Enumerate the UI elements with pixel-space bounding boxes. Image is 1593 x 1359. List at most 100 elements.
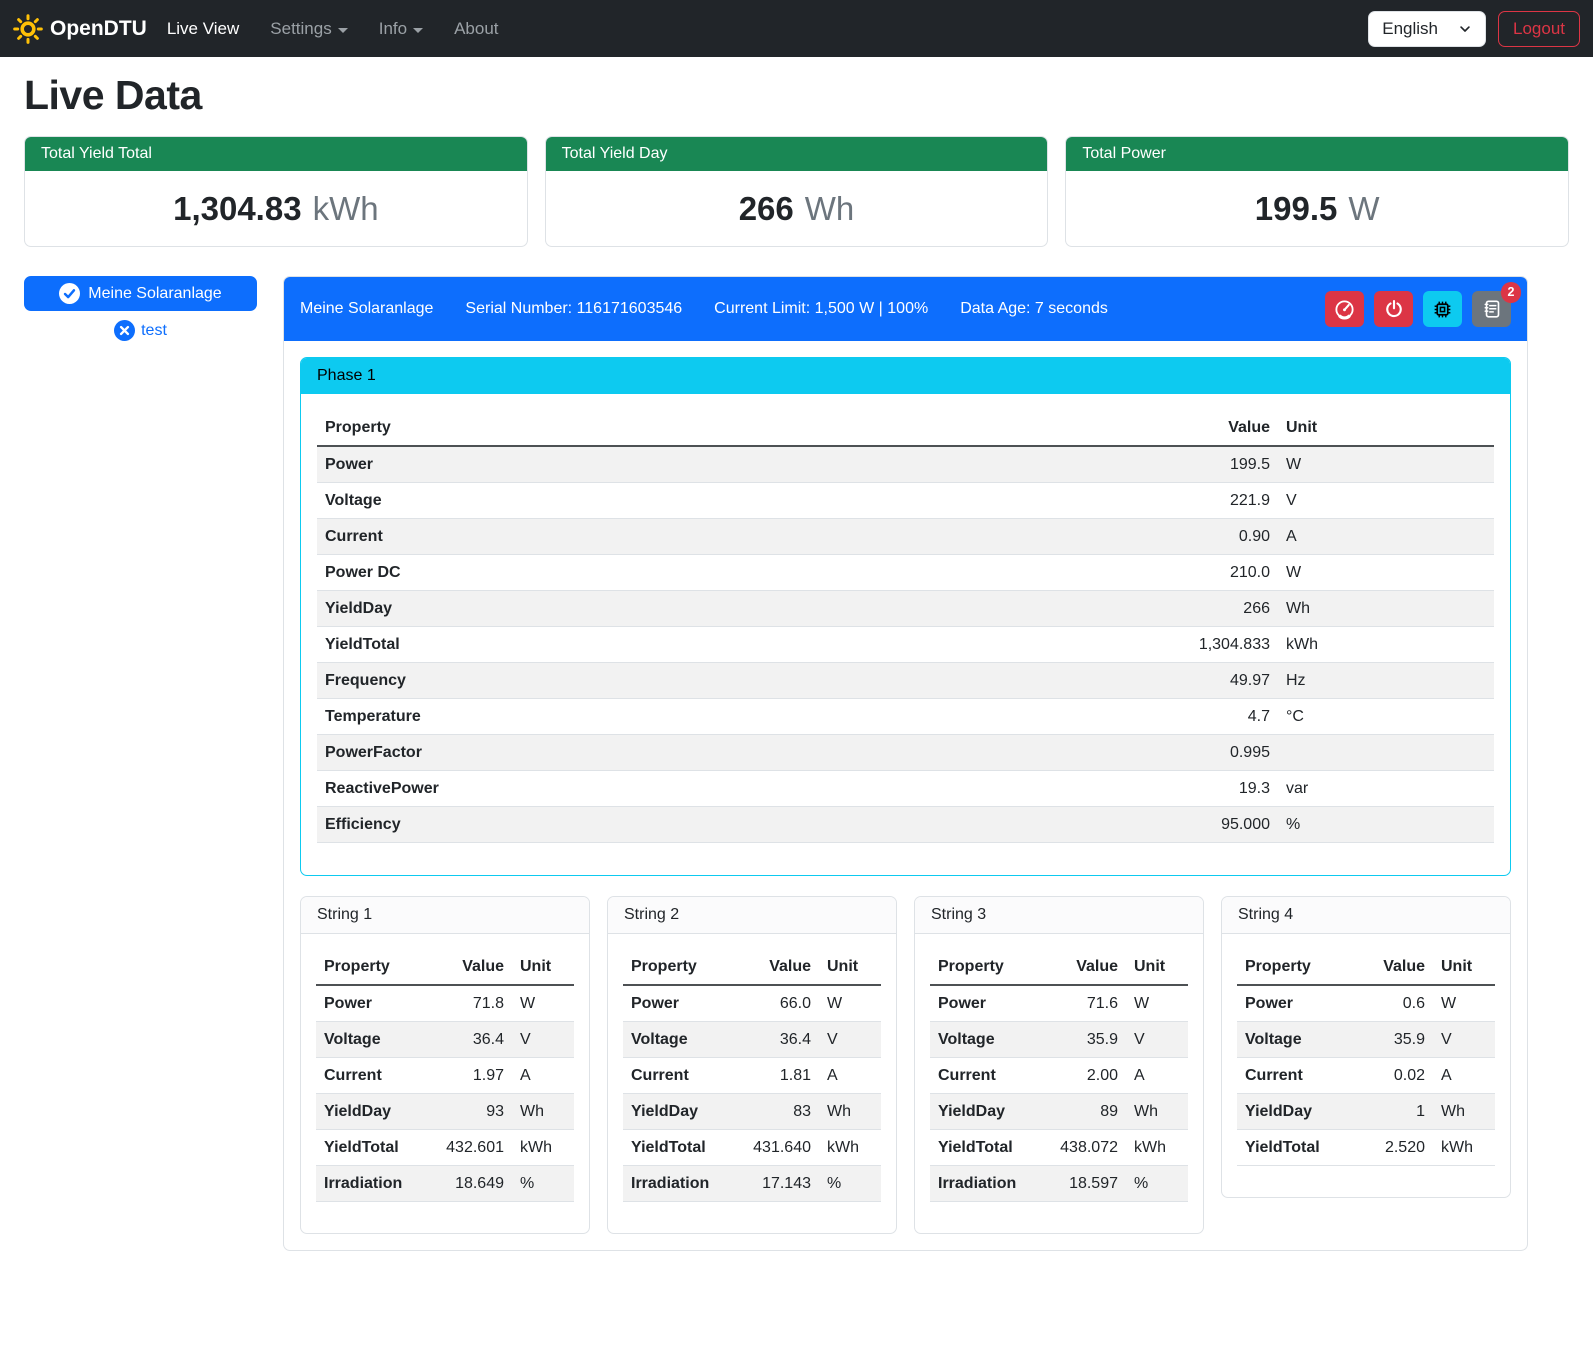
string-table-body: Power0.6WVoltage35.9VCurrent0.02AYieldDa… (1237, 985, 1495, 1166)
property-cell: Voltage (1237, 1022, 1341, 1058)
x-circle-icon (114, 320, 135, 341)
summary-card-unit: W (1348, 190, 1379, 228)
unit-cell: Wh (1433, 1094, 1495, 1130)
table-row: Current0.90A (317, 519, 1494, 555)
value-cell: 18.597 (1034, 1166, 1126, 1202)
column-header-property: Property (930, 949, 1034, 985)
column-header-unit: Unit (1433, 949, 1495, 985)
value-cell: 49.97 (1118, 663, 1278, 699)
column-header-value: Value (1341, 949, 1433, 985)
value-cell: 0.995 (1118, 735, 1278, 771)
event-log-button[interactable]: 2 (1472, 291, 1511, 327)
value-cell: 89 (1034, 1094, 1126, 1130)
phase-table-body: Power199.5WVoltage221.9VCurrent0.90APowe… (317, 446, 1494, 843)
property-cell: Power (1237, 985, 1341, 1022)
table-row: Current2.00A (930, 1058, 1188, 1094)
navbar: OpenDTU Live View Settings Info About En… (0, 0, 1593, 57)
property-cell: YieldDay (623, 1094, 727, 1130)
unit-cell: % (1126, 1166, 1188, 1202)
caret-down-icon (413, 28, 423, 33)
table-row: YieldDay93Wh (316, 1094, 574, 1130)
string-card-4: String 4 Property Value Unit (1221, 896, 1511, 1198)
property-cell: Current (317, 519, 1118, 555)
property-cell: Current (1237, 1058, 1341, 1094)
column-header-value: Value (727, 949, 819, 985)
inverter-limit: Current Limit: 1,500 W | 100% (714, 300, 928, 318)
value-cell: 2.00 (1034, 1058, 1126, 1094)
property-cell: Voltage (623, 1022, 727, 1058)
nav-item-about[interactable]: About (446, 11, 506, 47)
nav-item-settings[interactable]: Settings (262, 11, 355, 47)
property-cell: YieldTotal (930, 1130, 1034, 1166)
string-card-1: String 1 Property Value Unit (300, 896, 590, 1234)
column-header-unit: Unit (819, 949, 881, 985)
summary-card-total-power: Total Power 199.5 W (1065, 136, 1569, 247)
property-cell: Power (316, 985, 420, 1022)
nav-item-live-view[interactable]: Live View (159, 11, 247, 47)
value-cell: 95.000 (1118, 807, 1278, 843)
caret-down-icon (338, 28, 348, 33)
check-circle-icon (59, 283, 80, 304)
value-cell: 0.6 (1341, 985, 1433, 1022)
column-header-value: Value (1118, 410, 1278, 446)
value-cell: 4.7 (1118, 699, 1278, 735)
property-cell: YieldDay (317, 591, 1118, 627)
property-cell: Power (623, 985, 727, 1022)
nav-item-info[interactable]: Info (371, 11, 431, 47)
property-cell: Irradiation (623, 1166, 727, 1202)
logout-button[interactable]: Logout (1498, 11, 1580, 47)
event-count-badge: 2 (1501, 282, 1521, 303)
table-row: Voltage221.9V (317, 483, 1494, 519)
sun-logo-icon (13, 14, 43, 44)
string-card-title: String 1 (301, 897, 589, 934)
value-cell: 66.0 (727, 985, 819, 1022)
unit-cell: V (1126, 1022, 1188, 1058)
unit-cell: V (1278, 483, 1494, 519)
string-card-title: String 3 (915, 897, 1203, 934)
limit-settings-button[interactable] (1325, 291, 1364, 327)
summary-card-title: Total Yield Day (546, 137, 1048, 171)
table-row: Current1.81A (623, 1058, 881, 1094)
table-row: YieldDay83Wh (623, 1094, 881, 1130)
value-cell: 93 (420, 1094, 512, 1130)
unit-cell: V (512, 1022, 574, 1058)
unit-cell: Wh (1278, 591, 1494, 627)
device-info-button[interactable] (1423, 291, 1462, 327)
unit-cell: V (1433, 1022, 1495, 1058)
nav-item-label: Settings (270, 19, 331, 39)
string-table-body: Power66.0WVoltage36.4VCurrent1.81AYieldD… (623, 985, 881, 1202)
value-cell: 19.3 (1118, 771, 1278, 807)
nav-item-label: Info (379, 19, 407, 39)
table-row: Power DC210.0W (317, 555, 1494, 591)
unit-cell: % (819, 1166, 881, 1202)
speedometer-icon (1334, 299, 1355, 320)
value-cell: 221.9 (1118, 483, 1278, 519)
value-cell: 1,304.833 (1118, 627, 1278, 663)
unit-cell: °C (1278, 699, 1494, 735)
table-row: Power71.6W (930, 985, 1188, 1022)
property-cell: PowerFactor (317, 735, 1118, 771)
table-row: Frequency49.97Hz (317, 663, 1494, 699)
value-cell: 431.640 (727, 1130, 819, 1166)
table-row: Voltage35.9V (1237, 1022, 1495, 1058)
table-row: YieldTotal432.601kWh (316, 1130, 574, 1166)
value-cell: 1.81 (727, 1058, 819, 1094)
value-cell: 35.9 (1341, 1022, 1433, 1058)
inverter-serial: Serial Number: 116171603546 (465, 300, 682, 318)
brand[interactable]: OpenDTU (13, 14, 147, 44)
inverter-button-selected[interactable]: Meine Solaranlage (24, 276, 257, 311)
language-select[interactable]: English (1368, 11, 1486, 47)
table-row: YieldTotal438.072kWh (930, 1130, 1188, 1166)
unit-cell: kWh (819, 1130, 881, 1166)
unit-cell: Wh (819, 1094, 881, 1130)
value-cell: 2.520 (1341, 1130, 1433, 1166)
value-cell: 210.0 (1118, 555, 1278, 591)
summary-card-title: Total Yield Total (25, 137, 527, 171)
inverter-name: Meine Solaranlage (300, 300, 433, 318)
power-button[interactable] (1374, 291, 1413, 327)
property-cell: Frequency (317, 663, 1118, 699)
nav-menu: Live View Settings Info About (159, 11, 522, 47)
table-row: Irradiation18.649% (316, 1166, 574, 1202)
table-row: Power0.6W (1237, 985, 1495, 1022)
inverter-item-test[interactable]: test (24, 320, 257, 341)
